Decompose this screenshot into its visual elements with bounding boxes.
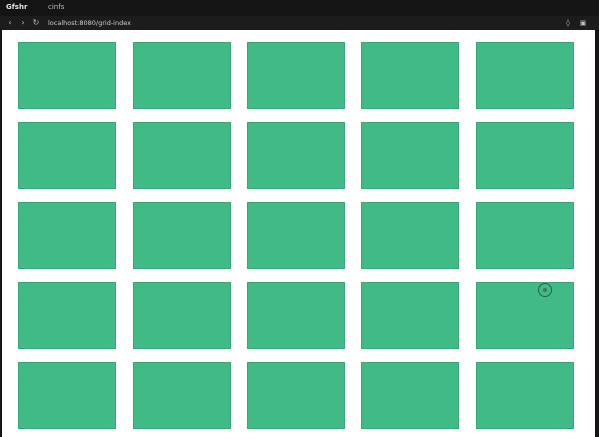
address-bar[interactable]: localhost:8080/grid-index (44, 18, 551, 28)
grid-tile[interactable] (18, 202, 116, 269)
grid-tile[interactable] (361, 122, 459, 189)
grid-tile[interactable] (476, 122, 574, 189)
grid-tile[interactable] (133, 42, 231, 109)
grid-tile[interactable] (476, 42, 574, 109)
grid-tile[interactable] (361, 362, 459, 429)
grid-tile[interactable] (18, 122, 116, 189)
grid-tile[interactable] (247, 42, 345, 109)
extensions-icon[interactable]: ◊ (563, 18, 573, 28)
grid-tile[interactable] (476, 282, 574, 349)
grid-tile[interactable] (361, 202, 459, 269)
grid-tile[interactable] (361, 282, 459, 349)
back-arrow-icon[interactable]: ‹ (5, 18, 15, 28)
reload-icon[interactable]: ↻ (31, 18, 41, 28)
tab-label[interactable]: cinfs (48, 3, 64, 12)
grid-tile[interactable] (133, 362, 231, 429)
grid-tile[interactable] (247, 282, 345, 349)
url-text[interactable]: localhost:8080/grid-index (48, 18, 131, 28)
grid-tile[interactable] (476, 202, 574, 269)
grid-tile[interactable] (247, 122, 345, 189)
tab-bar: Gfshr cinfs (0, 0, 599, 16)
grid-tile[interactable] (133, 122, 231, 189)
grid-tile[interactable] (247, 202, 345, 269)
browser-toolbar: ‹ › ↻ localhost:8080/grid-index ◊ ▣ (0, 16, 599, 30)
grid-tile[interactable] (133, 202, 231, 269)
page-content (2, 30, 595, 437)
grid-tile[interactable] (476, 362, 574, 429)
grid-tile[interactable] (18, 282, 116, 349)
forward-arrow-icon[interactable]: › (18, 18, 28, 28)
grid-tile[interactable] (133, 282, 231, 349)
grid-tile[interactable] (247, 362, 345, 429)
app-title[interactable]: Gfshr (6, 3, 27, 12)
grid-tile[interactable] (361, 42, 459, 109)
sidebar-icon[interactable]: ▣ (578, 18, 588, 28)
browser-window: Gfshr cinfs ‹ › ↻ localhost:8080/grid-in… (0, 0, 599, 437)
grid-tile[interactable] (18, 362, 116, 429)
grid-tile[interactable] (18, 42, 116, 109)
